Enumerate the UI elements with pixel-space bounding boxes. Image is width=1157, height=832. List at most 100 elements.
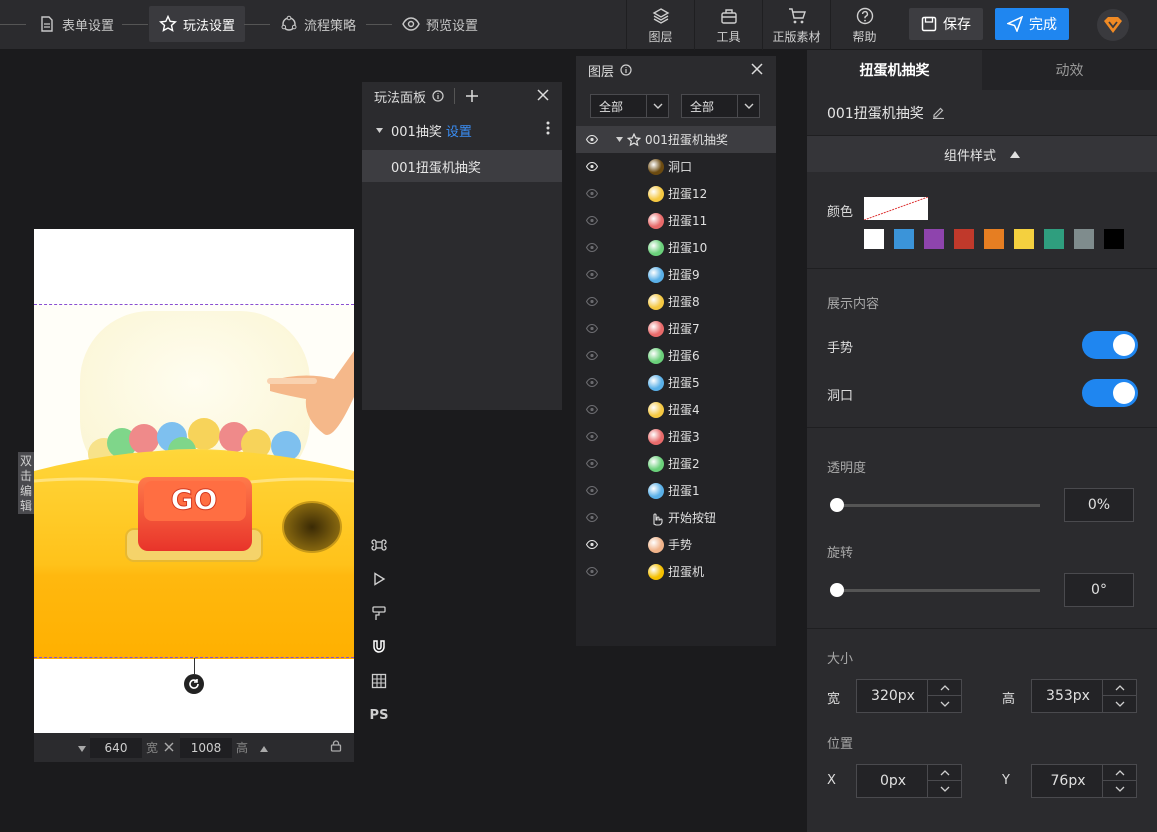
tab-effects[interactable]: 动效	[982, 50, 1157, 90]
color-swatch[interactable]	[894, 229, 914, 249]
close-icon[interactable]	[750, 62, 764, 80]
tool-help[interactable]: 帮助	[830, 0, 898, 50]
layer-row[interactable]: 扭蛋机	[576, 558, 776, 585]
play-item-row[interactable]: 001扭蛋机抽奖	[362, 150, 562, 182]
caret-down-icon[interactable]	[78, 741, 86, 755]
canvas-height-input[interactable]: 1008	[180, 737, 233, 758]
eye-icon[interactable]	[585, 180, 599, 207]
chevron-up-icon[interactable]	[928, 765, 961, 781]
layer-filter-select-1[interactable]: 全部	[590, 94, 669, 118]
layer-row[interactable]: 扭蛋12	[576, 180, 776, 207]
color-swatch[interactable]	[1044, 229, 1064, 249]
color-swatch[interactable]	[1074, 229, 1094, 249]
link-size-icon[interactable]	[164, 741, 174, 755]
more-icon[interactable]	[546, 120, 550, 140]
chevron-up-icon[interactable]	[928, 680, 961, 696]
rotate-slider-handle[interactable]	[830, 583, 844, 597]
eye-icon[interactable]	[585, 342, 599, 369]
play-icon[interactable]	[368, 562, 390, 596]
layer-row[interactable]: 扭蛋7	[576, 315, 776, 342]
color-swatch[interactable]	[864, 229, 884, 249]
color-swatch[interactable]	[984, 229, 1004, 249]
info-icon[interactable]	[620, 64, 632, 76]
color-swatch[interactable]	[1104, 229, 1124, 249]
rotate-value[interactable]: 0°	[1064, 573, 1134, 607]
magnet-icon[interactable]	[368, 630, 390, 664]
eye-icon[interactable]	[585, 315, 599, 342]
layer-row[interactable]: 扭蛋6	[576, 342, 776, 369]
layer-row[interactable]: 手势	[576, 531, 776, 558]
canvas-width-input[interactable]: 640	[90, 737, 142, 758]
eye-icon[interactable]	[585, 261, 599, 288]
layer-row[interactable]: 扭蛋9	[576, 261, 776, 288]
gesture-toggle[interactable]	[1082, 331, 1138, 359]
tool-tools[interactable]: 工具	[694, 0, 762, 50]
tab-gashapon[interactable]: 扭蛋机抽奖	[807, 50, 982, 90]
play-group-row[interactable]: 001抽奖 设置	[362, 110, 562, 150]
group-settings-link[interactable]: 设置	[446, 121, 472, 140]
double-click-edit-tab[interactable]: 双击编辑	[18, 452, 34, 514]
close-icon[interactable]	[536, 88, 550, 106]
layer-row[interactable]: 扭蛋10	[576, 234, 776, 261]
brand-logo-icon[interactable]	[1097, 9, 1129, 41]
component-style-section-header[interactable]: 组件样式	[807, 136, 1157, 172]
color-picker-preview[interactable]	[863, 196, 929, 221]
chevron-down-icon[interactable]	[928, 696, 961, 712]
eye-icon[interactable]	[585, 288, 599, 315]
lock-icon[interactable]	[330, 740, 342, 755]
layer-row[interactable]: 洞口	[576, 153, 776, 180]
caret-down-icon[interactable]	[376, 127, 383, 133]
command-icon[interactable]	[368, 528, 390, 562]
layer-row[interactable]: 扭蛋3	[576, 423, 776, 450]
eye-icon[interactable]	[585, 477, 599, 504]
eye-icon[interactable]	[585, 558, 599, 585]
step-preview-settings[interactable]: 预览设置	[392, 6, 488, 42]
eye-icon[interactable]	[585, 234, 599, 261]
hole-toggle[interactable]	[1082, 379, 1138, 407]
add-icon[interactable]	[465, 89, 479, 103]
step-play-settings[interactable]: 玩法设置	[149, 6, 246, 42]
tool-layers[interactable]: 图层	[626, 0, 694, 50]
grid-icon[interactable]	[368, 664, 390, 698]
caret-up-icon[interactable]	[260, 741, 269, 755]
caret-down-icon[interactable]	[616, 137, 623, 142]
eye-icon[interactable]	[585, 207, 599, 234]
chevron-down-icon[interactable]	[1103, 781, 1136, 797]
eye-icon[interactable]	[585, 450, 599, 477]
color-swatch[interactable]	[1014, 229, 1034, 249]
layer-row[interactable]: 扭蛋1	[576, 477, 776, 504]
y-stepper[interactable]: 76px	[1031, 764, 1137, 798]
chevron-down-icon[interactable]	[928, 781, 961, 797]
step-form-settings[interactable]: 表单设置	[28, 6, 124, 42]
layer-row[interactable]: 扭蛋2	[576, 450, 776, 477]
layer-row[interactable]: 扭蛋4	[576, 396, 776, 423]
chevron-down-icon[interactable]	[1103, 696, 1136, 712]
rotate-handle-icon[interactable]	[184, 674, 204, 694]
layer-row[interactable]: 扭蛋8	[576, 288, 776, 315]
save-button[interactable]: 保存	[909, 8, 983, 40]
done-button[interactable]: 完成	[995, 8, 1069, 40]
tool-licensed-assets[interactable]: 正版素材	[762, 0, 830, 50]
color-swatch[interactable]	[954, 229, 974, 249]
chevron-up-icon[interactable]	[1103, 680, 1136, 696]
color-swatch[interactable]	[924, 229, 944, 249]
brush-icon[interactable]	[368, 596, 390, 630]
layer-row[interactable]: 开始按钮	[576, 504, 776, 531]
edit-icon[interactable]	[932, 106, 945, 119]
step-flow-strategy[interactable]: 流程策略	[270, 6, 366, 42]
opacity-slider-handle[interactable]	[830, 498, 844, 512]
height-stepper[interactable]: 353px	[1031, 679, 1137, 713]
eye-icon[interactable]	[585, 126, 599, 153]
rotate-slider[interactable]	[835, 589, 1040, 592]
eye-icon[interactable]	[585, 504, 599, 531]
info-icon[interactable]	[432, 90, 444, 102]
x-stepper[interactable]: 0px	[856, 764, 962, 798]
eye-icon[interactable]	[585, 423, 599, 450]
eye-icon[interactable]	[585, 153, 599, 180]
width-stepper[interactable]: 320px	[856, 679, 962, 713]
eye-icon[interactable]	[585, 396, 599, 423]
opacity-slider[interactable]	[835, 504, 1040, 507]
opacity-value[interactable]: 0%	[1064, 488, 1134, 522]
layer-filter-select-2[interactable]: 全部	[681, 94, 760, 118]
layer-row[interactable]: 扭蛋5	[576, 369, 776, 396]
